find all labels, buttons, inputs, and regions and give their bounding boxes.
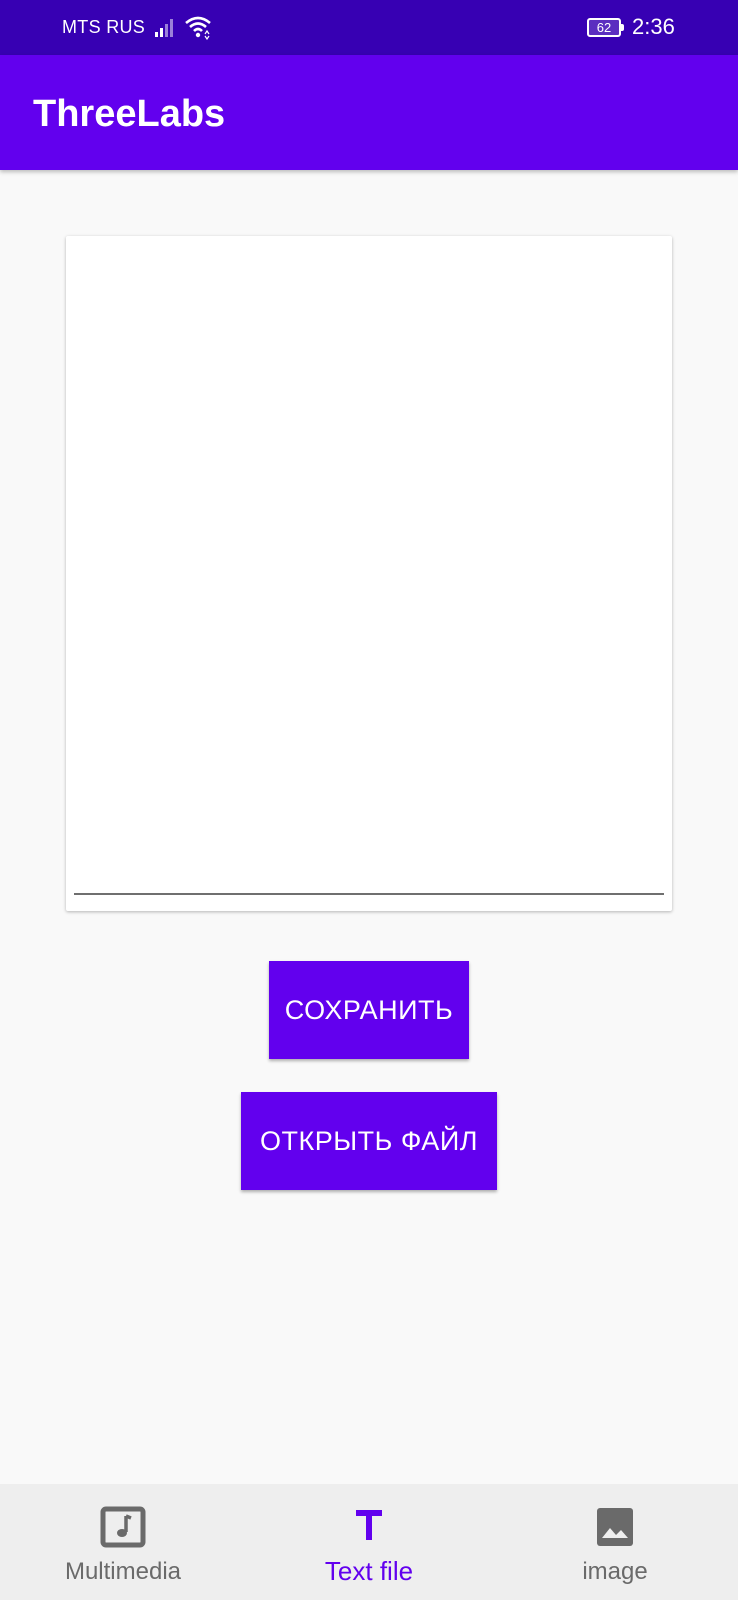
input-underline: [74, 893, 664, 895]
bottom-navigation: Multimedia Text file image: [0, 1484, 738, 1600]
nav-label-multimedia: Multimedia: [64, 1558, 182, 1585]
carrier-name: MTS RUS: [62, 17, 146, 37]
nav-item-text-file[interactable]: Text file: [246, 1484, 492, 1600]
nav-item-multimedia[interactable]: Multimedia: [0, 1484, 246, 1600]
text-editor-card: [66, 236, 672, 911]
open-file-button[interactable]: ОТКРЫТЬ ФАЙЛ: [241, 1092, 497, 1190]
image-icon: [597, 1508, 633, 1546]
nav-item-image[interactable]: image: [492, 1484, 738, 1600]
battery-level: 62: [587, 18, 621, 37]
signal-icon: [155, 19, 173, 37]
music-note-icon: [100, 1506, 146, 1548]
text-editor-input[interactable]: [74, 244, 664, 894]
wifi-icon: [185, 16, 211, 40]
status-time: 2:36: [632, 14, 675, 39]
nav-label-image: image: [582, 1558, 648, 1585]
save-button[interactable]: СОХРАНИТЬ: [269, 961, 469, 1059]
nav-label-text-file: Text file: [324, 1556, 414, 1586]
battery-icon: 62: [587, 18, 625, 37]
app-bar: ThreeLabs: [0, 55, 738, 170]
text-t-icon: [356, 1510, 382, 1540]
app-title: ThreeLabs: [33, 93, 226, 135]
status-bar: MTS RUS 62 2:36: [0, 0, 738, 55]
